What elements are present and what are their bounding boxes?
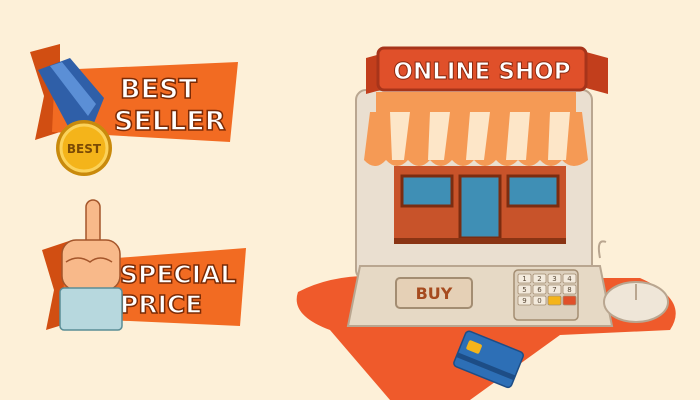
keypad-key — [547, 295, 562, 306]
keypad-key — [562, 295, 577, 306]
online-shop-illustration: ONLINE SHOP BUY 1 2 3 4 5 6 7 8 9 0 — [296, 46, 676, 400]
best-seller-badge: BEST SELLER BEST — [30, 44, 238, 176]
best-seller-title-line1: BEST — [120, 74, 197, 105]
keypad-key-label: 1 — [522, 275, 526, 283]
keypad-key-label: 5 — [522, 286, 526, 294]
store-building — [394, 166, 566, 244]
special-price-badge: SPECIAL PRICE — [42, 199, 246, 331]
shop-sign-text: ONLINE SHOP — [393, 59, 570, 85]
store-window-right — [506, 174, 560, 208]
medal-icon: BEST — [56, 120, 112, 176]
keypad: 1 2 3 4 5 6 7 8 9 0 — [513, 269, 579, 321]
keypad-key-label: 2 — [537, 275, 541, 283]
keypad-key-label: 3 — [552, 275, 556, 283]
buy-key-label: BUY — [416, 284, 453, 303]
store-door — [458, 174, 502, 240]
pointing-hand-icon — [59, 199, 123, 331]
store-window-left — [400, 174, 454, 208]
special-price-title-line1: SPECIAL — [120, 260, 236, 289]
keypad-key-label: 7 — [552, 286, 556, 294]
keypad-key-label: 0 — [537, 297, 541, 305]
buy-key: BUY — [395, 277, 473, 309]
keypad-key-label: 9 — [522, 297, 526, 305]
online-shop-sign: ONLINE SHOP — [366, 46, 608, 94]
medal-text: BEST — [67, 142, 102, 156]
scene: BEST SELLER BEST SPECIAL PRICE ONLINE SH… — [30, 44, 676, 400]
shop-awning — [364, 92, 588, 166]
keypad-key-label: 8 — [567, 286, 571, 294]
special-price-title-line2: PRICE — [120, 290, 202, 319]
keypad-key-label: 6 — [537, 286, 542, 294]
best-seller-title-line2: SELLER — [114, 106, 226, 137]
keypad-key-label: 4 — [567, 275, 572, 283]
